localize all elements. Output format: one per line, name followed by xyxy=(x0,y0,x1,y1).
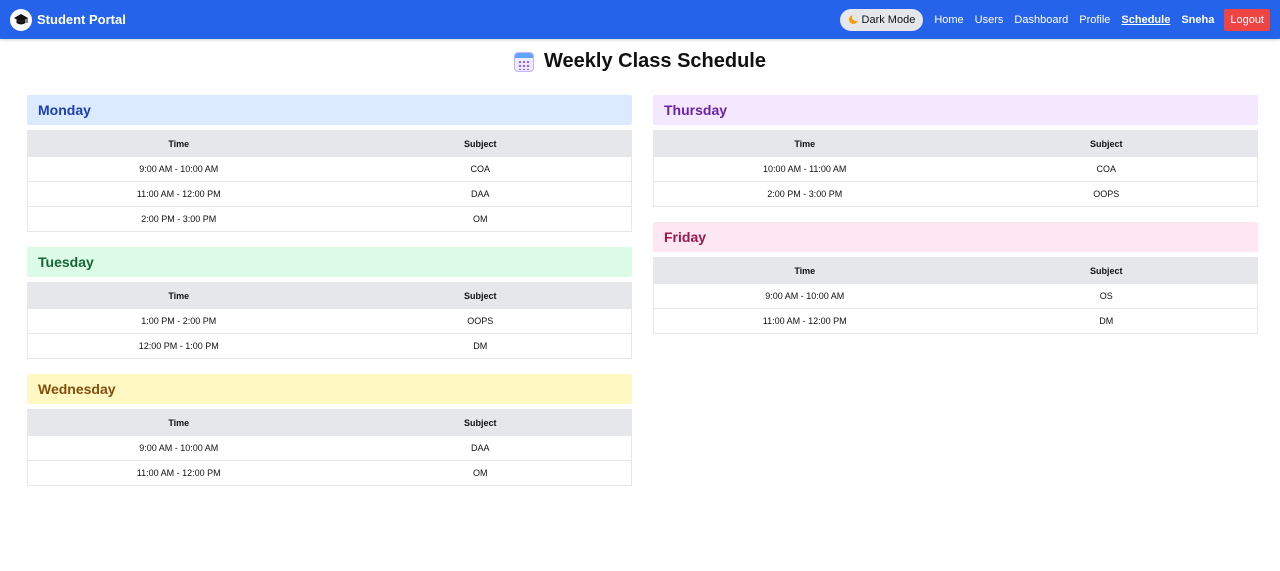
subject-cell: OOPS xyxy=(955,181,1258,207)
time-cell: 12:00 PM - 1:00 PM xyxy=(27,333,330,359)
subject-cell: OS xyxy=(955,283,1258,309)
schedule-table: Time Subject 1:00 PM - 2:00 PM OOPS 12:00… xyxy=(27,282,632,359)
table-row: 11:00 AM - 12:00 PM DM xyxy=(653,308,1258,334)
column-header-subject: Subject xyxy=(329,130,632,157)
day-header: Monday xyxy=(27,95,632,125)
subject-cell: DM xyxy=(955,308,1258,334)
column-header-subject: Subject xyxy=(955,257,1258,284)
subject-cell: COA xyxy=(955,156,1258,182)
table-row: 9:00 AM - 10:00 AM OS xyxy=(653,283,1258,309)
schedule-table: Time Subject 9:00 AM - 10:00 AM DAA 11:00… xyxy=(27,409,632,486)
subject-cell: OOPS xyxy=(329,308,632,334)
nav-link-profile[interactable]: Profile xyxy=(1079,14,1110,26)
time-cell: 9:00 AM - 10:00 AM xyxy=(653,283,956,309)
brand-title: Student Portal xyxy=(37,12,126,27)
navbar: Student Portal Dark Mode Home Users Dash… xyxy=(0,0,1280,39)
moon-icon xyxy=(848,15,858,24)
subject-cell: DAA xyxy=(329,435,632,461)
time-cell: 11:00 AM - 12:00 PM xyxy=(27,181,330,207)
subject-cell: OM xyxy=(329,460,632,486)
dark-mode-label: Dark Mode xyxy=(861,13,916,26)
day-card-tuesday: Tuesday Time Subject 1:00 PM - 2:00 PM OO… xyxy=(27,247,632,359)
day-card-wednesday: Wednesday Time Subject 9:00 AM - 10:00 A… xyxy=(27,374,632,486)
column-header-subject: Subject xyxy=(955,130,1258,157)
table-row: 9:00 AM - 10:00 AM DAA xyxy=(27,435,632,461)
time-cell: 11:00 AM - 12:00 PM xyxy=(27,460,330,486)
column-header-time: Time xyxy=(27,130,330,157)
table-row: 2:00 PM - 3:00 PM OOPS xyxy=(653,181,1258,207)
subject-cell: COA xyxy=(329,156,632,182)
day-header: Friday xyxy=(653,222,1258,252)
column-header-time: Time xyxy=(27,409,330,436)
day-header: Wednesday xyxy=(27,374,632,404)
day-card-monday: Monday Time Subject 9:00 AM - 10:00 AM CO… xyxy=(27,95,632,232)
column-header-subject: Subject xyxy=(329,409,632,436)
table-row: 10:00 AM - 11:00 AM COA xyxy=(653,156,1258,182)
column-header-time: Time xyxy=(653,257,956,284)
page-heading: Weekly Class Schedule xyxy=(0,50,1280,73)
day-header: Tuesday xyxy=(27,247,632,277)
nav-username: Sneha xyxy=(1181,13,1215,26)
column-header-subject: Subject xyxy=(329,282,632,309)
subject-cell: OM xyxy=(329,206,632,232)
table-row: 1:00 PM - 2:00 PM OOPS xyxy=(27,308,632,334)
schedule-table: Time Subject 9:00 AM - 10:00 AM OS 11:00 … xyxy=(653,257,1258,334)
day-card-friday: Friday Time Subject 9:00 AM - 10:00 AM OS… xyxy=(653,222,1258,334)
subject-cell: DAA xyxy=(329,181,632,207)
table-row: 12:00 PM - 1:00 PM DM xyxy=(27,333,632,359)
time-cell: 10:00 AM - 11:00 AM xyxy=(653,156,956,182)
time-cell: 2:00 PM - 3:00 PM xyxy=(653,181,956,207)
graduation-cap-icon xyxy=(10,8,32,31)
time-cell: 2:00 PM - 3:00 PM xyxy=(27,206,330,232)
page-title: Weekly Class Schedule xyxy=(544,50,766,72)
time-cell: 11:00 AM - 12:00 PM xyxy=(653,308,956,334)
table-row: 11:00 AM - 12:00 PM DAA xyxy=(27,181,632,207)
day-card-thursday: Thursday Time Subject 10:00 AM - 11:00 A… xyxy=(653,95,1258,207)
time-cell: 9:00 AM - 10:00 AM xyxy=(27,156,330,182)
table-row: 11:00 AM - 12:00 PM OM xyxy=(27,460,632,486)
day-header: Thursday xyxy=(653,95,1258,125)
table-row: 2:00 PM - 3:00 PM OM xyxy=(27,206,632,232)
subject-cell: DM xyxy=(329,333,632,359)
nav-link-users[interactable]: Users xyxy=(975,14,1004,26)
column-header-time: Time xyxy=(653,130,956,157)
column-header-time: Time xyxy=(27,282,330,309)
nav-link-home[interactable]: Home xyxy=(934,14,963,26)
brand[interactable]: Student Portal xyxy=(10,8,126,31)
nav-menu: Dark Mode Home Users Dashboard Profile S… xyxy=(839,0,1270,39)
schedule-table: Time Subject 9:00 AM - 10:00 AM COA 11:00… xyxy=(27,130,632,232)
logout-button[interactable]: Logout xyxy=(1224,8,1270,31)
table-row: 9:00 AM - 10:00 AM COA xyxy=(27,156,632,182)
time-cell: 9:00 AM - 10:00 AM xyxy=(27,435,330,461)
schedule-table: Time Subject 10:00 AM - 11:00 AM COA 2:00… xyxy=(653,130,1258,207)
calendar-icon xyxy=(514,51,535,72)
nav-link-schedule[interactable]: Schedule xyxy=(1121,14,1170,26)
nav-link-dashboard[interactable]: Dashboard xyxy=(1014,14,1068,26)
time-cell: 1:00 PM - 2:00 PM xyxy=(27,308,330,334)
dark-mode-toggle[interactable]: Dark Mode xyxy=(839,8,924,31)
